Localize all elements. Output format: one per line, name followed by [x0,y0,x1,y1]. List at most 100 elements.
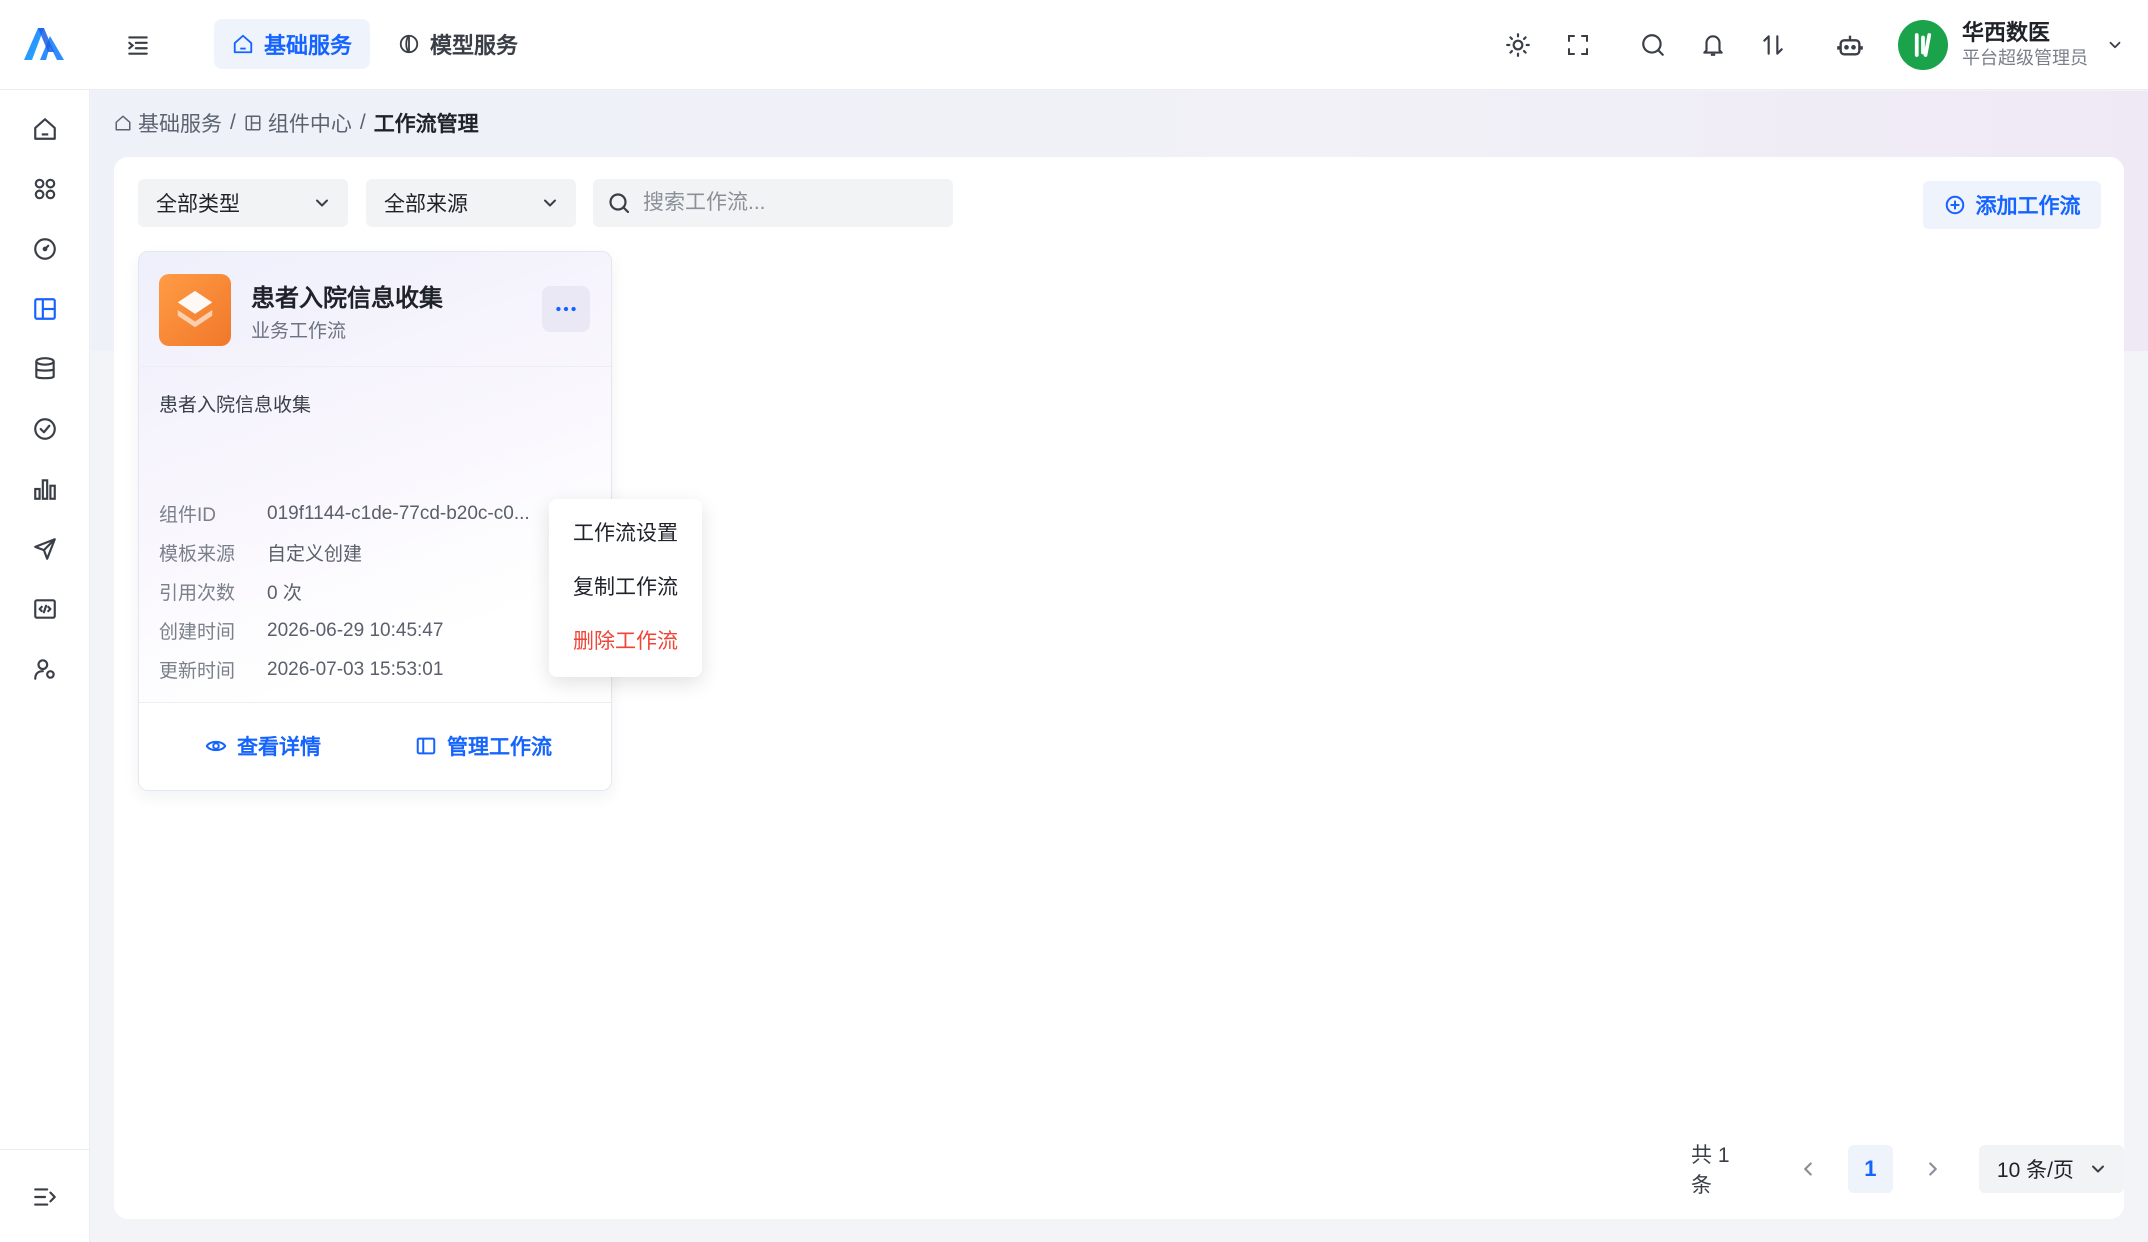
sidebar-item-home[interactable] [23,107,67,151]
check-circle-icon [34,418,56,440]
meta-row-created: 创建时间 2026-06-29 10:45:47 [159,611,577,650]
code-icon [34,599,56,619]
chevron-down-icon [2106,36,2124,54]
breadcrumb-item-components[interactable]: 组件中心 [244,108,352,138]
prev-page-button[interactable] [1790,1145,1826,1193]
sidebar-item-publish[interactable] [23,527,67,571]
search-input[interactable] [641,190,945,216]
meta-row-template-source: 模板来源 自定义创建 [159,533,577,572]
manage-workflow-button[interactable]: 管理工作流 [415,731,552,761]
send-icon [34,538,56,560]
next-page-button[interactable] [1915,1145,1951,1193]
card-header: 患者入院信息收集 业务工作流 [139,252,611,367]
meta-label: 组件ID [159,505,217,526]
menu-expand-icon [34,1188,56,1206]
breadcrumb-item-basic-services[interactable]: 基础服务 [114,108,222,138]
sidebar-item-tasks[interactable] [23,407,67,451]
chevron-down-icon [2092,1165,2105,1173]
sidebar-item-dashboard[interactable] [23,227,67,271]
meta-value: 2026-06-29 10:45:47 [267,619,444,641]
user-menu[interactable]: 华西数医 平台超级管理员 [1898,20,2124,70]
sun-icon[interactable] [1498,25,1538,65]
meta-row-id: 组件ID 019f1144-c1de-77cd-b20c-c0... [159,494,577,533]
meta-label: 创建时间 [159,622,236,643]
meta-label: 引用次数 [159,583,236,604]
meta-row-updated: 更新时间 2026-07-03 15:53:01 [159,650,577,689]
plus-circle-icon [1945,195,1964,215]
breadcrumb: 基础服务 / 组件中心 / 工作流管理 [114,108,479,138]
meta-label: 更新时间 [159,661,236,682]
user-settings-icon [34,659,55,680]
page-title: 工作流管理 [373,113,479,136]
home-icon [115,115,131,131]
menu-item-duplicate[interactable]: 复制工作流 [549,559,702,613]
chevron-right-icon [1929,1162,1937,1176]
sidebar-item-user-settings[interactable] [23,647,67,691]
workflow-card[interactable]: 患者入院信息收集 业务工作流 患者入院信息收集 组件ID 019f1144-c1… [138,251,612,791]
select-value: 全部来源 [384,193,468,216]
tab-basic-services[interactable]: 基础服务 [214,19,370,69]
menu-item-delete[interactable]: 删除工作流 [549,613,702,667]
more-horizontal-icon [556,306,576,312]
view-details-button[interactable]: 查看详情 [205,731,321,761]
workflow-description: 患者入院信息收集 [159,395,312,416]
select-value: 全部类型 [156,193,240,216]
pagination-total: 共 1 条 [1691,1144,1730,1197]
tab-label: 基础服务 [264,33,353,58]
more-actions-button[interactable] [542,286,590,332]
workflow-type: 业务工作流 [251,321,347,342]
menu-collapse-icon[interactable] [118,25,158,65]
meta-row-usage-count: 引用次数 0 次 [159,572,577,611]
component-id: 019f1144-c1de-77cd-b20c-c0... [267,502,530,524]
sidebar-item-apps[interactable] [23,167,67,211]
card-footer: 查看详情 管理工作流 [139,702,611,790]
app-logo[interactable] [20,24,68,64]
gauge-icon [34,238,56,260]
bar-chart-icon [34,479,56,500]
apps-icon [34,178,56,200]
home-icon [34,118,56,140]
chevron-down-icon [316,199,328,207]
eye-icon [205,740,227,752]
robot-icon[interactable] [1830,25,1870,65]
page-size-select[interactable]: 10 条/页 [1978,1145,2125,1193]
chevron-down-icon [544,199,556,207]
avatar [1898,20,1948,70]
source-filter-select[interactable]: 全部来源 [366,179,576,227]
panel-icon [416,737,436,755]
pagination: 共 1 条 1 10 条/页 [1691,1144,2125,1197]
main-panel: 全部类型 全部来源 添加工作流 患者入院信息收集 业务工作流 [114,157,2125,1219]
sort-icon[interactable] [1753,25,1793,65]
workflow-icon [159,274,231,346]
sidebar-item-analytics[interactable] [23,467,67,511]
meta-value: 自定义创建 [267,544,363,565]
chevron-left-icon [1803,1162,1812,1176]
sidebar-divider [0,1149,90,1150]
meta-value: 0 次 [267,583,302,604]
database-icon [35,357,55,380]
sidebar-item-components[interactable] [23,287,67,331]
add-workflow-button[interactable]: 添加工作流 [1923,181,2101,229]
user-name: 华西数医 [1962,20,2051,45]
workflow-title: 患者入院信息收集 [251,285,443,312]
user-role: 平台超级管理员 [1962,48,2088,68]
menu-item-settings[interactable]: 工作流设置 [549,505,702,559]
meta-label: 模板来源 [159,544,236,565]
tab-label: 模型服务 [430,33,519,58]
search-box [593,179,953,227]
search-icon [609,193,630,214]
sidebar-item-developer[interactable] [23,587,67,631]
sidebar-item-data[interactable] [23,347,67,391]
sidebar-expand-toggle[interactable] [23,1175,67,1219]
breadcrumb-separator: / [359,111,366,134]
page-number-current[interactable]: 1 [1847,1145,1894,1193]
type-filter-select[interactable]: 全部类型 [138,179,348,227]
fullscreen-icon[interactable] [1558,25,1598,65]
bell-icon[interactable] [1693,25,1733,65]
page-size-value: 10 条/页 [1996,1159,2074,1182]
search-icon[interactable] [1633,25,1673,65]
tab-model-services[interactable]: 模型服务 [380,19,536,69]
home-icon [232,33,254,55]
layout-icon [34,298,56,320]
workflow-meta: 组件ID 019f1144-c1de-77cd-b20c-c0... 模板来源 … [159,494,577,689]
